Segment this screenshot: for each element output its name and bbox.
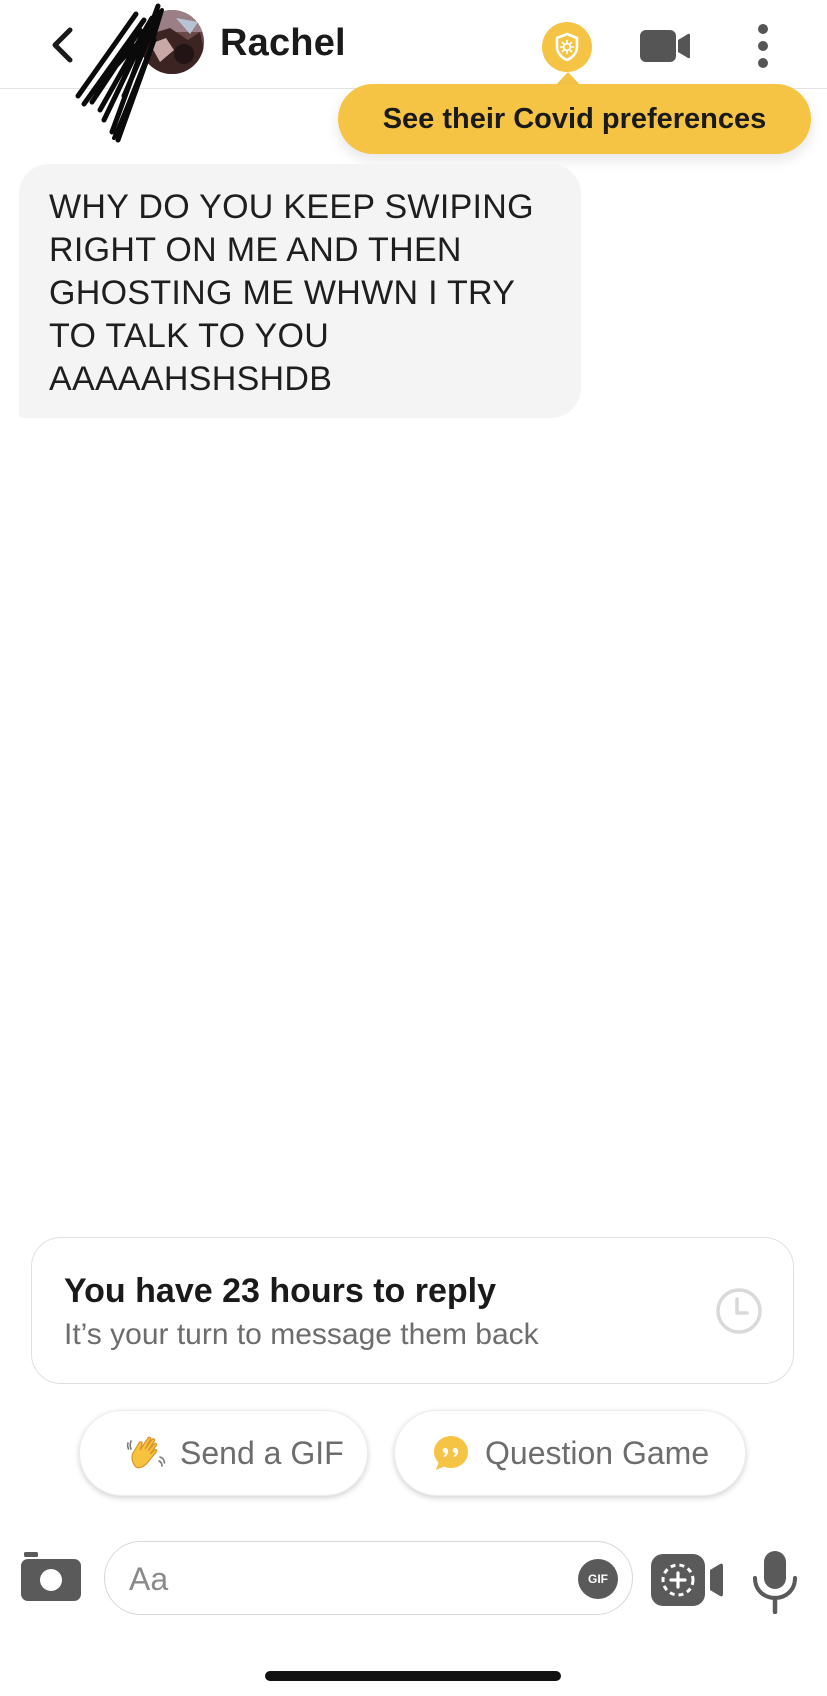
- home-indicator[interactable]: [265, 1671, 561, 1681]
- reply-timer-subtitle: It’s your turn to message them back: [64, 1318, 539, 1351]
- send-gif-chip[interactable]: Send a GIF: [79, 1410, 368, 1496]
- send-gif-label: Send a GIF: [180, 1434, 344, 1471]
- message-text: WHY DO YOU KEEP SWIPING RIGHT ON ME AND …: [49, 188, 534, 398]
- microphone-icon: [753, 1551, 797, 1615]
- shield-virus-icon: [555, 32, 579, 62]
- avatar[interactable]: [140, 10, 204, 74]
- camera-button[interactable]: [20, 1550, 82, 1602]
- more-vertical-icon: [758, 24, 768, 68]
- camera-icon: [21, 1552, 81, 1601]
- reply-timer-title: You have 23 hours to reply: [64, 1272, 497, 1310]
- clock-icon: [716, 1288, 762, 1334]
- chevron-left-icon: [52, 27, 73, 63]
- message-input-container[interactable]: GIF: [104, 1541, 633, 1615]
- gif-button[interactable]: GIF: [578, 1559, 618, 1599]
- reply-timer-card: You have 23 hours to reply It’s your tur…: [31, 1237, 794, 1384]
- back-button[interactable]: [44, 22, 84, 68]
- incoming-message-bubble[interactable]: WHY DO YOU KEEP SWIPING RIGHT ON ME AND …: [19, 164, 581, 418]
- video-note-button[interactable]: [650, 1552, 724, 1608]
- microphone-button[interactable]: [752, 1550, 798, 1615]
- covid-preferences-tooltip[interactable]: See their Covid preferences: [338, 84, 811, 154]
- message-input[interactable]: [127, 1554, 531, 1604]
- video-note-icon: [651, 1554, 723, 1606]
- contact-name[interactable]: Rachel: [220, 22, 346, 65]
- video-camera-icon: [640, 30, 690, 62]
- covid-preferences-button[interactable]: [542, 22, 592, 72]
- question-game-chip[interactable]: Question Game: [394, 1410, 746, 1496]
- more-options-button[interactable]: [748, 22, 778, 70]
- waving-hand-icon: [126, 1436, 166, 1469]
- chat-header: Rachel: [0, 0, 827, 143]
- video-call-button[interactable]: [638, 26, 692, 66]
- quote-bubble-icon: [434, 1436, 468, 1470]
- question-game-label: Question Game: [485, 1434, 710, 1471]
